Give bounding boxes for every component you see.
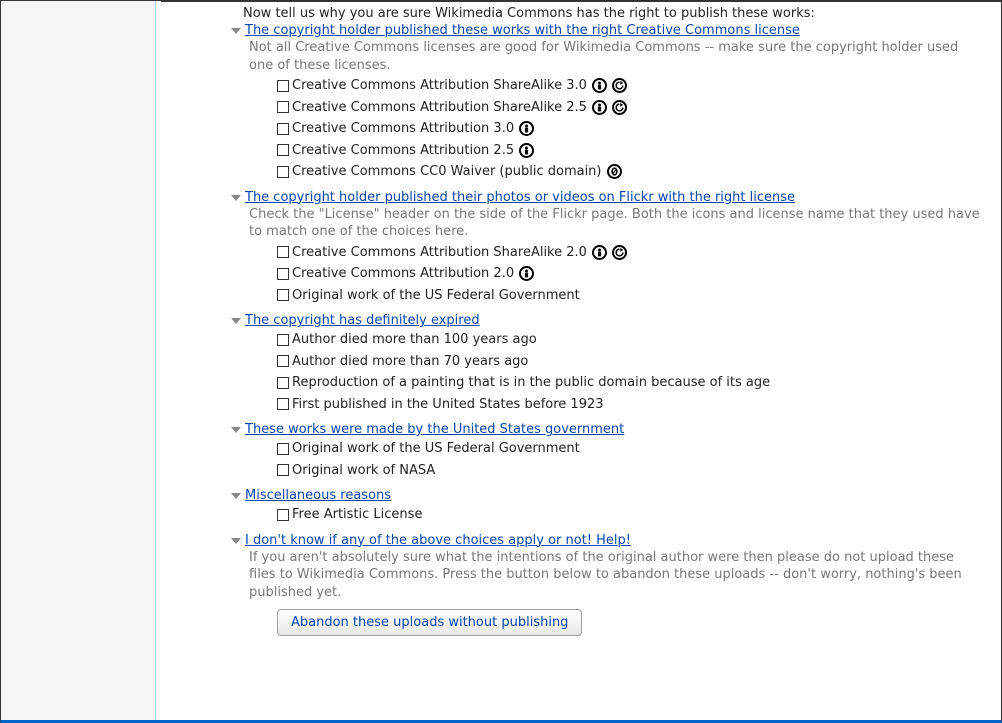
license-checkbox[interactable] (277, 246, 289, 258)
license-checkbox[interactable] (277, 509, 289, 521)
license-option-label: Original work of the US Federal Governme… (292, 286, 580, 306)
license-option-label: Creative Commons Attribution ShareAlike … (292, 243, 587, 263)
license-option-label: Free Artistic License (292, 505, 422, 525)
license-option-row: Original work of NASA (277, 461, 983, 481)
license-option-label: Creative Commons Attribution ShareAlike … (292, 76, 587, 96)
license-option-label: Original work of NASA (292, 461, 435, 481)
license-checkbox[interactable] (277, 289, 289, 301)
license-checkbox[interactable] (277, 144, 289, 156)
license-option-row: Author died more than 100 years ago (277, 330, 983, 350)
disclosure-triangle-icon[interactable] (231, 538, 241, 544)
section-title-link[interactable]: The copyright holder published their pho… (245, 190, 795, 205)
license-option-row: Creative Commons Attribution ShareAlike … (277, 243, 983, 263)
left-sidebar (1, 1, 156, 720)
license-section: The copyright holder published their pho… (249, 190, 983, 306)
cc-zero-icon (607, 164, 622, 179)
page-frame: Now tell us why you are sure Wikimedia C… (0, 0, 1002, 723)
option-list: Creative Commons Attribution ShareAlike … (277, 243, 983, 306)
license-checkbox[interactable] (277, 398, 289, 410)
license-option-label: Creative Commons Attribution ShareAlike … (292, 98, 587, 118)
cc-by-icon (592, 78, 607, 93)
section-title-link[interactable]: These works were made by the United Stat… (245, 422, 624, 437)
license-checkbox[interactable] (277, 355, 289, 367)
license-option-label: Creative Commons CC0 Waiver (public doma… (292, 162, 602, 182)
license-option-row: Creative Commons CC0 Waiver (public doma… (277, 162, 983, 182)
license-checkbox[interactable] (277, 268, 289, 280)
license-option-row: Reproduction of a painting that is in th… (277, 373, 983, 393)
license-section: The copyright has definitely expiredAuth… (249, 313, 983, 414)
license-option-row: Creative Commons Attribution 2.5 (277, 141, 983, 161)
section-header[interactable]: Miscellaneous reasons (231, 488, 983, 503)
license-option-row: Original work of the US Federal Governme… (277, 286, 983, 306)
license-option-label: Creative Commons Attribution 2.0 (292, 264, 514, 284)
cc-by-icon (592, 100, 607, 115)
disclosure-triangle-icon[interactable] (231, 318, 241, 324)
license-checkbox[interactable] (277, 377, 289, 389)
cc-by-icon (519, 121, 534, 136)
license-option-label: Reproduction of a painting that is in th… (292, 373, 770, 393)
prompt-text: Now tell us why you are sure Wikimedia C… (243, 6, 983, 21)
license-section: These works were made by the United Stat… (249, 422, 983, 480)
section-header[interactable]: The copyright holder published these wor… (231, 23, 983, 38)
cc-by-icon (519, 143, 534, 158)
section-description: Check the "License" header on the side o… (249, 206, 983, 241)
disclosure-triangle-icon[interactable] (231, 195, 241, 201)
license-option-label: Author died more than 100 years ago (292, 330, 537, 350)
section-title-link[interactable]: The copyright has definitely expired (245, 313, 480, 328)
license-checkbox[interactable] (277, 166, 289, 178)
disclosure-triangle-icon[interactable] (231, 493, 241, 499)
license-checkbox[interactable] (277, 443, 289, 455)
cc-sa-icon (612, 245, 627, 260)
section-header[interactable]: The copyright has definitely expired (231, 313, 983, 328)
cc-sa-icon (612, 100, 627, 115)
license-option-label: Creative Commons Attribution 3.0 (292, 119, 514, 139)
option-list: Creative Commons Attribution ShareAlike … (277, 76, 983, 182)
option-list: Original work of the US Federal Governme… (277, 439, 983, 480)
license-option-row: Creative Commons Attribution ShareAlike … (277, 76, 983, 96)
abandon-uploads-button[interactable]: Abandon these uploads without publishing (277, 609, 582, 636)
cc-by-icon (519, 266, 534, 281)
section-title-link[interactable]: The copyright holder published these wor… (245, 23, 800, 38)
cc-by-icon (592, 245, 607, 260)
section-header[interactable]: I don't know if any of the above choices… (231, 533, 983, 548)
license-checkbox[interactable] (277, 123, 289, 135)
license-checkbox[interactable] (277, 101, 289, 113)
section-header[interactable]: The copyright holder published their pho… (231, 190, 983, 205)
disclosure-triangle-icon[interactable] (231, 28, 241, 34)
license-option-row: First published in the United States bef… (277, 395, 983, 415)
cc-sa-icon (612, 78, 627, 93)
license-option-label: Creative Commons Attribution 2.5 (292, 141, 514, 161)
main-content: Now tell us why you are sure Wikimedia C… (161, 1, 1001, 720)
license-option-row: Creative Commons Attribution 2.0 (277, 264, 983, 284)
license-checkbox[interactable] (277, 80, 289, 92)
license-section: I don't know if any of the above choices… (249, 533, 983, 637)
license-option-label: Original work of the US Federal Governme… (292, 439, 580, 459)
section-header[interactable]: These works were made by the United Stat… (231, 422, 983, 437)
license-section: The copyright holder published these wor… (249, 23, 983, 182)
license-section: Miscellaneous reasonsFree Artistic Licen… (249, 488, 983, 525)
license-option-label: Author died more than 70 years ago (292, 352, 528, 372)
section-description: Not all Creative Commons licenses are go… (249, 39, 983, 74)
license-option-row: Author died more than 70 years ago (277, 352, 983, 372)
license-option-row: Creative Commons Attribution ShareAlike … (277, 98, 983, 118)
license-option-row: Free Artistic License (277, 505, 983, 525)
license-checkbox[interactable] (277, 464, 289, 476)
license-option-label: First published in the United States bef… (292, 395, 604, 415)
option-list: Free Artistic License (277, 505, 983, 525)
license-option-row: Creative Commons Attribution 3.0 (277, 119, 983, 139)
section-title-link[interactable]: Miscellaneous reasons (245, 488, 391, 503)
license-option-row: Original work of the US Federal Governme… (277, 439, 983, 459)
disclosure-triangle-icon[interactable] (231, 427, 241, 433)
option-list: Author died more than 100 years agoAutho… (277, 330, 983, 414)
section-description: If you aren't absolutely sure what the i… (249, 549, 983, 602)
section-title-link[interactable]: I don't know if any of the above choices… (245, 533, 631, 548)
license-checkbox[interactable] (277, 334, 289, 346)
